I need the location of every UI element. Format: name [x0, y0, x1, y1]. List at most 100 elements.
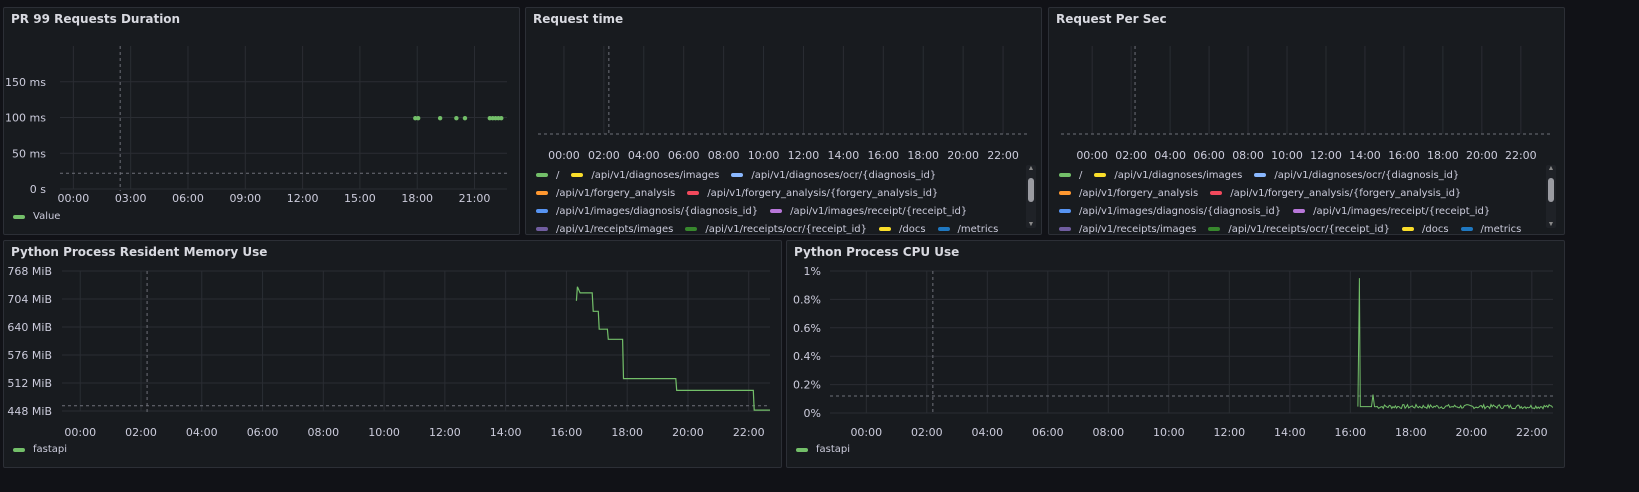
- legend-item[interactable]: /metrics: [1460, 223, 1522, 235]
- x-tick-label: 02:00: [125, 426, 157, 439]
- y-tick-label: 150 ms: [5, 76, 46, 89]
- y-tick-label: 100 ms: [5, 112, 46, 125]
- legend-item[interactable]: /api/v1/receipts/ocr/{receipt_id}: [1208, 224, 1390, 234]
- legend-item[interactable]: /api/v1/diagnoses/images: [571, 170, 719, 181]
- legend-scrollbar[interactable]: ▲ ▼: [1026, 165, 1036, 228]
- x-tick-label: 10:00: [1153, 426, 1185, 439]
- series-line-fastapi: [1357, 278, 1554, 410]
- x-tick-label: 16:00: [551, 426, 583, 439]
- legend-label: /api/v1/receipts/images: [1079, 223, 1197, 235]
- x-tick-label: 04:00: [1154, 149, 1186, 162]
- panel-pr99[interactable]: PR 99 Requests Duration 0 s 50 ms 100 ms 15…: [3, 7, 520, 235]
- pr99-legend: Value: [13, 211, 60, 222]
- legend-item[interactable]: /api/v1/images/receipt/{receipt_id}: [1293, 206, 1490, 217]
- x-tick-label: 02:00: [911, 426, 943, 439]
- x-tick-label: 12:00: [788, 149, 820, 162]
- data-point: [462, 116, 468, 121]
- legend-item[interactable]: /api/v1/forgery_analysis/{forgery_analys…: [687, 188, 938, 199]
- y-tick-label: 0%: [804, 407, 821, 420]
- pr99-chart: 0 s 50 ms 100 ms 150 ms 00:00 03:00 06:00 09:00…: [5, 46, 507, 205]
- x-tick-label: 10:00: [1271, 149, 1303, 162]
- x-tick-label: 14:00: [1349, 149, 1381, 162]
- panel-memory[interactable]: Python Process Resident Memory Use 448 M…: [3, 240, 782, 468]
- y-tick-label: 448 MiB: [7, 405, 52, 418]
- legend-swatch: [878, 227, 891, 231]
- legend-label: /api/v1/forgery_analysis/{forgery_analys…: [707, 187, 939, 199]
- x-tick-label: 16:00: [1388, 149, 1420, 162]
- legend-swatch: [1401, 227, 1414, 231]
- x-tick-label: 08:00: [1232, 149, 1264, 162]
- scroll-down-icon[interactable]: ▼: [1026, 221, 1036, 228]
- legend-item[interactable]: /: [536, 170, 559, 181]
- legend-swatch: [770, 209, 783, 213]
- legend-item[interactable]: /docs: [878, 223, 926, 235]
- x-tick-label: 08:00: [1092, 426, 1124, 439]
- legend-item[interactable]: /api/v1/images/diagnosis/{diagnosis_id}: [536, 206, 758, 217]
- x-tick-label: 20:00: [1466, 149, 1498, 162]
- legend-swatch: [1059, 191, 1071, 195]
- legend-swatch: [1254, 173, 1267, 177]
- legend-item[interactable]: /api/v1/forgery_analysis: [536, 188, 675, 199]
- x-tick-label: 00:00: [1076, 149, 1108, 162]
- panel-request-time[interactable]: Request time 00:00 02:00 04:00 06:00 08:00 10…: [525, 7, 1042, 235]
- y-tick-label: 1%: [804, 265, 821, 278]
- y-tick-label: 0.4%: [793, 350, 821, 363]
- x-tick-label: 04:00: [186, 426, 218, 439]
- x-tick-label: 12:00: [287, 192, 319, 205]
- panel-cpu[interactable]: Python Process CPU Use 0% 0.2% 0.4% 0.6% 0.8…: [786, 240, 1565, 468]
- legend-item[interactable]: /api/v1/forgery_analysis: [1059, 188, 1198, 199]
- scroll-thumb[interactable]: [1548, 178, 1554, 202]
- legend-scrollbar[interactable]: ▲ ▼: [1546, 165, 1556, 228]
- request-per-sec-legend: / /api/v1/diagnoses/images/api/v1/diagnos…: [1059, 166, 1554, 234]
- legend-item[interactable]: /api/v1/receipts/images: [536, 224, 673, 234]
- legend-label: /api/v1/forgery_analysis: [1079, 187, 1199, 199]
- legend-label: /docs: [898, 223, 926, 235]
- y-tick-label: 576 MiB: [7, 349, 52, 362]
- legend-item[interactable]: /api/v1/receipts/ocr/{receipt_id}: [685, 224, 867, 234]
- x-tick-label: 04:00: [628, 149, 660, 162]
- legend-label: /metrics: [1480, 223, 1522, 235]
- legend-item[interactable]: /api/v1/receipts/images: [1059, 223, 1197, 235]
- x-tick-label: 06:00: [668, 149, 700, 162]
- legend-label: /api/v1/images/diagnosis/{diagnosis_id}: [1079, 205, 1282, 217]
- y-tick-label: 50 ms: [12, 147, 46, 160]
- legend-swatch: [1094, 173, 1107, 177]
- y-tick-label: 640 MiB: [7, 321, 52, 334]
- y-tick-label: 0.6%: [793, 322, 821, 335]
- x-tick-label: 02:00: [1115, 149, 1147, 162]
- legend-item[interactable]: /api/v1/forgery_analysis/{forgery_analys…: [1210, 188, 1461, 199]
- scroll-up-icon[interactable]: ▲: [1546, 165, 1556, 172]
- legend-swatch: [536, 209, 548, 213]
- legend-item[interactable]: /: [1059, 170, 1082, 181]
- legend-item-value[interactable]: Value: [13, 211, 60, 222]
- legend-item[interactable]: /api/v1/diagnoses/images: [1094, 170, 1242, 181]
- scroll-up-icon[interactable]: ▲: [1026, 165, 1036, 172]
- scroll-down-icon[interactable]: ▼: [1546, 221, 1556, 228]
- legend-item-fastapi[interactable]: fastapi: [13, 444, 67, 455]
- legend-swatch: [937, 227, 950, 231]
- legend-item[interactable]: /api/v1/images/diagnosis/{diagnosis_id}: [1059, 206, 1281, 217]
- legend-item-fastapi[interactable]: fastapi: [796, 444, 850, 455]
- x-tick-label: 14:00: [1274, 426, 1306, 439]
- legend-item[interactable]: /api/v1/diagnoses/ocr/{diagnosis_id}: [1254, 170, 1459, 181]
- legend-label: /api/v1/images/diagnosis/{diagnosis_id}: [556, 205, 759, 217]
- legend-item[interactable]: /metrics: [937, 224, 998, 234]
- legend-item[interactable]: /api/v1/images/receipt/{receipt_id}: [770, 206, 967, 217]
- x-tick-label: 12:00: [1310, 149, 1342, 162]
- x-tick-label: 04:00: [971, 426, 1003, 439]
- data-point: [415, 116, 421, 121]
- legend-item[interactable]: /api/v1/diagnoses/ocr/{diagnosis_id}: [731, 170, 936, 181]
- x-tick-label: 14:00: [828, 149, 860, 162]
- memory-legend: fastapi: [13, 444, 67, 455]
- x-tick-label: 06:00: [1193, 149, 1225, 162]
- scroll-thumb[interactable]: [1028, 178, 1034, 202]
- legend-label: /api/v1/diagnoses/ocr/{diagnosis_id}: [751, 169, 937, 181]
- x-tick-label: 22:00: [1505, 149, 1537, 162]
- legend-swatch: [731, 173, 744, 177]
- x-tick-label: 00:00: [58, 192, 90, 205]
- legend-item[interactable]: /docs: [1401, 224, 1449, 234]
- x-tick-label: 08:00: [708, 149, 740, 162]
- x-tick-label: 18:00: [907, 149, 939, 162]
- x-tick-label: 22:00: [1516, 426, 1548, 439]
- panel-request-per-sec[interactable]: Request Per Sec 00:00 02:00 04:00 06:00 08:0…: [1048, 7, 1565, 235]
